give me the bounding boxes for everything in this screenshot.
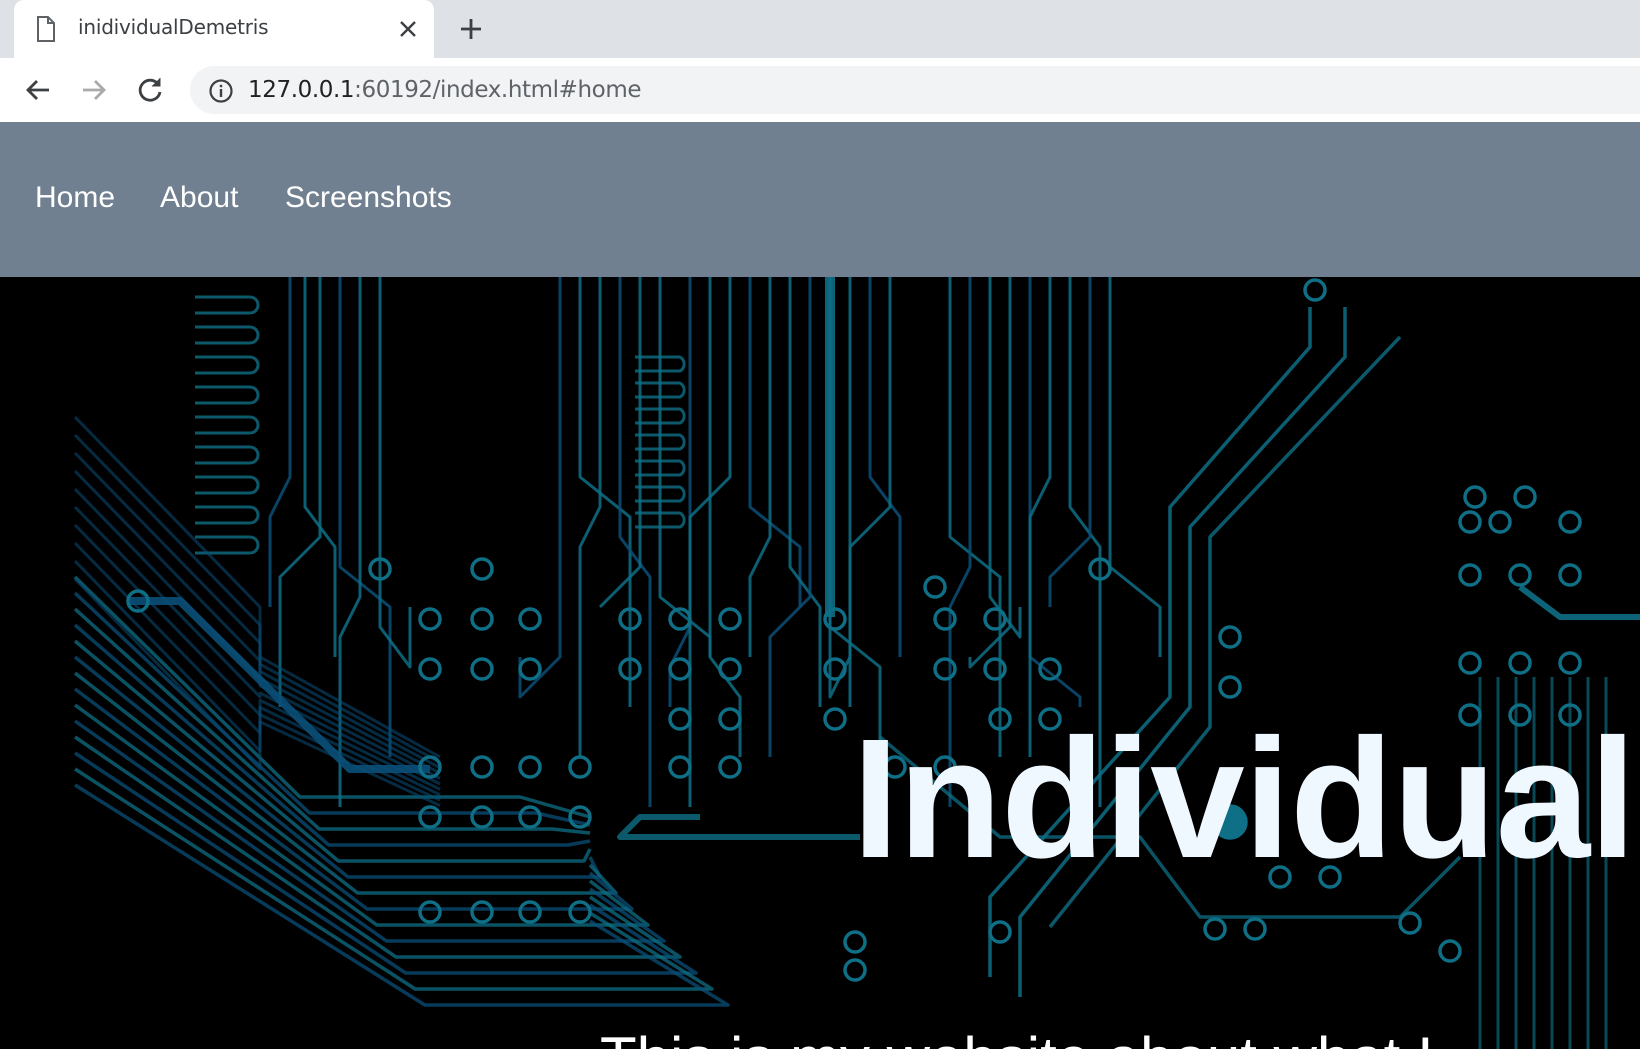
browser-tab[interactable]: inidividualDemetris	[14, 0, 434, 58]
url-text[interactable]: 127.0.0.1:60192/index.html#home	[248, 77, 642, 103]
site-navbar: Home About Screenshots	[0, 122, 1640, 277]
new-tab-icon[interactable]	[456, 14, 486, 44]
url-path: :60192/index.html#home	[354, 77, 642, 103]
hero-section: Individual This is my website about what…	[0, 277, 1640, 1049]
nav-link-about[interactable]: About	[160, 181, 238, 215]
tab-title: inidividualDemetris	[78, 15, 269, 39]
close-tab-icon[interactable]	[396, 17, 420, 41]
file-icon	[37, 16, 55, 42]
back-icon[interactable]	[20, 72, 56, 108]
nav-link-screenshots[interactable]: Screenshots	[285, 181, 452, 215]
hero-title: Individual	[852, 704, 1636, 894]
browser-toolbar: 127.0.0.1:60192/index.html#home	[0, 58, 1640, 123]
info-icon[interactable]	[208, 78, 234, 104]
reload-icon[interactable]	[132, 72, 168, 108]
url-host: 127.0.0.1	[248, 77, 355, 103]
nav-link-home[interactable]: Home	[35, 181, 115, 215]
hero-subtitle: This is my website about what I	[600, 1029, 1434, 1049]
address-bar[interactable]: 127.0.0.1:60192/index.html#home	[190, 66, 1640, 114]
circuit-board-background	[73, 277, 1640, 1049]
forward-icon[interactable]	[76, 72, 112, 108]
browser-tab-strip: inidividualDemetris	[0, 0, 1640, 58]
